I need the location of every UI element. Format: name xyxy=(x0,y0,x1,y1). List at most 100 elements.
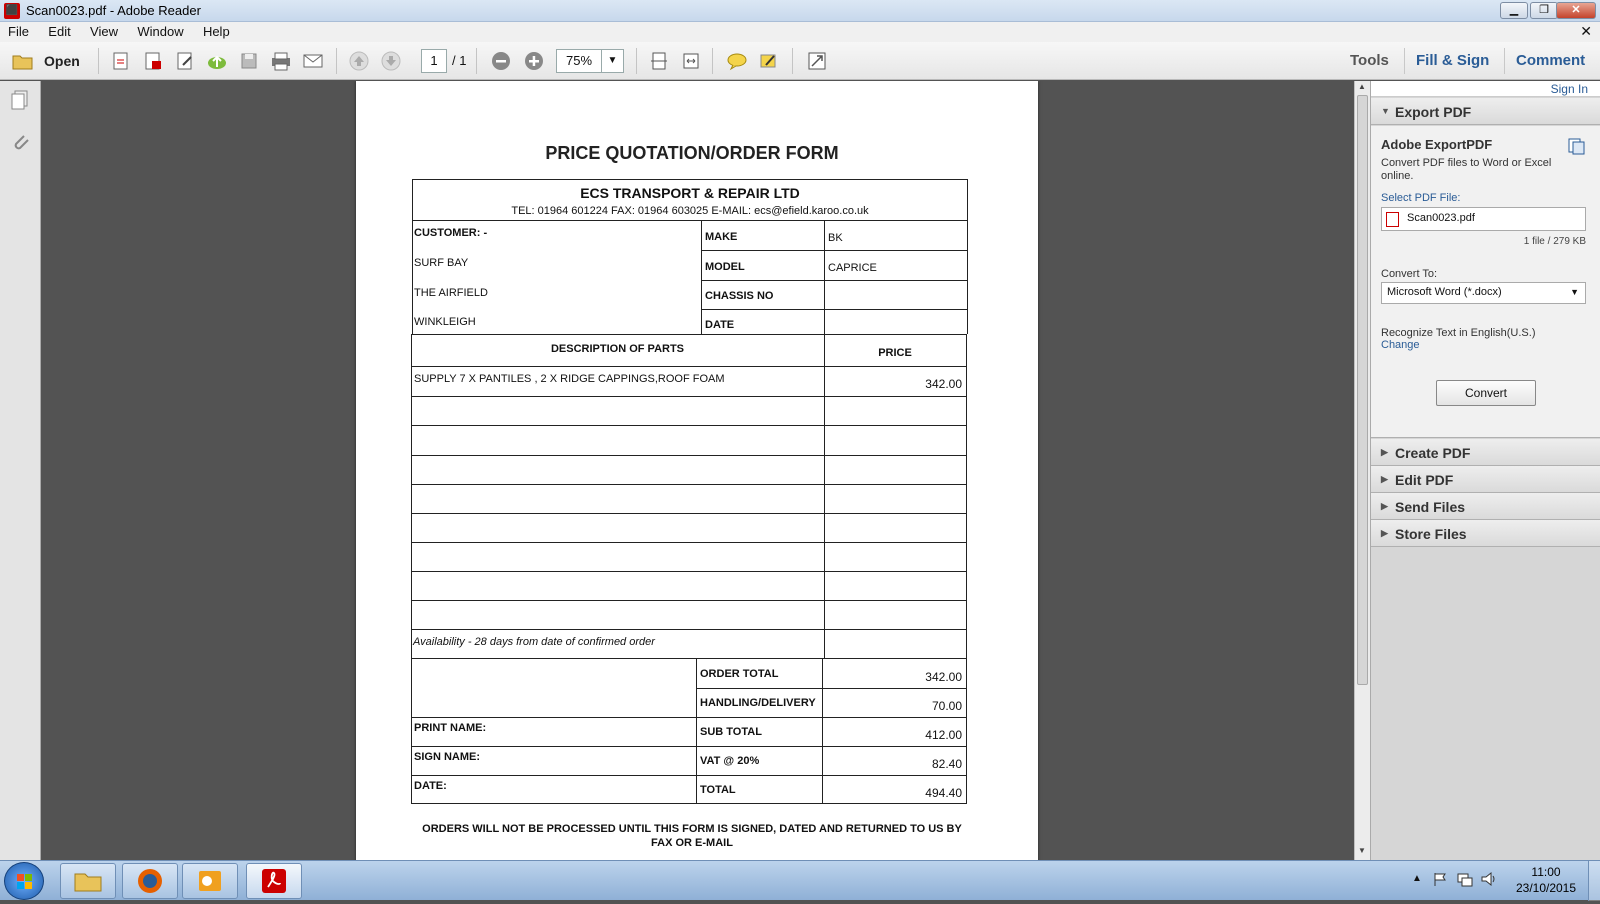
collapsed-triangle-icon: ▶ xyxy=(1381,474,1388,484)
show-desktop-button[interactable] xyxy=(1588,861,1600,901)
tab-tools[interactable]: Tools xyxy=(1350,52,1389,69)
collapsed-triangle-icon: ▶ xyxy=(1381,447,1388,457)
table-row-line xyxy=(411,513,967,514)
convert-to-select[interactable]: Microsoft Word (*.docx) ▼ xyxy=(1381,282,1586,304)
recognize-text-label: Recognize Text in English(U.S.) xyxy=(1381,327,1536,339)
outlook-icon xyxy=(199,871,221,891)
menu-file[interactable]: File xyxy=(0,22,37,39)
zoom-in-icon[interactable] xyxy=(521,48,547,74)
title-bar: ⬛ Scan0023.pdf - Adobe Reader ▁ ❐ ✕ xyxy=(0,0,1600,22)
network-icon[interactable] xyxy=(1456,871,1474,890)
section-title: Send Files xyxy=(1395,499,1466,515)
table-border xyxy=(966,659,967,804)
fit-page-icon[interactable] xyxy=(646,48,672,74)
menu-help[interactable]: Help xyxy=(195,22,238,39)
scroll-up-arrow-icon[interactable]: ▲ xyxy=(1358,82,1366,91)
scrollbar-thumb[interactable] xyxy=(1357,95,1368,685)
outlook-taskbar-button[interactable] xyxy=(182,863,238,899)
table-row-line xyxy=(411,658,967,659)
taskbar: ▲ 11:00 23/10/2015 xyxy=(0,860,1600,901)
zoom-dropdown-arrow-icon[interactable]: ▼ xyxy=(602,49,624,73)
select-file-label: Select PDF File: xyxy=(1381,192,1461,204)
edit-pdf-header[interactable]: ▶ Edit PDF xyxy=(1371,466,1600,493)
edit-pdf-icon[interactable] xyxy=(172,48,198,74)
sticky-note-icon[interactable] xyxy=(724,48,750,74)
vertical-scrollbar[interactable]: ▲ ▼ xyxy=(1354,81,1370,860)
total-label: TOTAL xyxy=(700,784,736,796)
clock-time[interactable]: 11:00 xyxy=(1510,865,1582,879)
customer-label: CUSTOMER: - xyxy=(414,227,488,239)
export-info-icon[interactable] xyxy=(1567,137,1585,158)
fit-width-icon[interactable] xyxy=(678,48,704,74)
form-border xyxy=(412,220,968,221)
close-button[interactable]: ✕ xyxy=(1556,2,1596,19)
document-view[interactable]: PRICE QUOTATION/ORDER FORM ECS TRANSPORT… xyxy=(41,81,1354,860)
show-hidden-icons-icon[interactable]: ▲ xyxy=(1412,873,1422,884)
open-button[interactable]: Open xyxy=(44,53,80,69)
page-number-input[interactable]: 1 xyxy=(421,49,447,73)
total-value: 70.00 xyxy=(931,699,962,713)
selected-file-field[interactable]: Scan0023.pdf xyxy=(1381,207,1586,231)
document-close-button[interactable]: ✕ xyxy=(1580,23,1592,40)
explorer-taskbar-button[interactable] xyxy=(60,863,116,899)
table-row-line xyxy=(411,542,967,543)
tab-comment[interactable]: Comment xyxy=(1516,52,1585,69)
start-button[interactable] xyxy=(4,862,44,900)
next-page-icon[interactable] xyxy=(378,48,404,74)
open-folder-icon[interactable] xyxy=(10,48,36,74)
scroll-down-arrow-icon[interactable]: ▼ xyxy=(1358,846,1366,855)
print-icon[interactable] xyxy=(268,48,294,74)
total-label: ORDER TOTAL xyxy=(700,668,779,680)
create-pdf-header[interactable]: ▶ Create PDF xyxy=(1371,439,1600,466)
grid-line xyxy=(701,250,967,251)
save-icon[interactable] xyxy=(236,48,262,74)
export-pdf-body: Adobe ExportPDF Convert PDF files to Wor… xyxy=(1371,126,1600,438)
toolbar-divider xyxy=(712,48,713,74)
page-thumbnails-icon[interactable] xyxy=(9,89,31,114)
email-icon[interactable] xyxy=(300,48,326,74)
store-files-header[interactable]: ▶ Store Files xyxy=(1371,520,1600,547)
zoom-level-input[interactable]: 75% xyxy=(556,49,602,73)
attachments-icon[interactable] xyxy=(9,131,31,156)
clock-date[interactable]: 23/10/2015 xyxy=(1510,881,1582,895)
customer-line: WINKLEIGH xyxy=(414,316,476,328)
page-total: / 1 xyxy=(452,53,467,68)
menu-view[interactable]: View xyxy=(82,22,126,39)
menu-window[interactable]: Window xyxy=(129,22,191,39)
grid-line xyxy=(701,221,702,334)
send-files-header[interactable]: ▶ Send Files xyxy=(1371,493,1600,520)
minimize-button[interactable]: ▁ xyxy=(1500,2,1528,19)
form-border xyxy=(412,179,968,180)
export-pdf-header[interactable]: ▼ Export PDF xyxy=(1371,98,1600,125)
full-screen-icon[interactable] xyxy=(804,48,830,74)
convert-button[interactable]: Convert xyxy=(1436,380,1536,406)
sign-field-label: DATE: xyxy=(414,780,447,792)
sign-in-link[interactable]: Sign In xyxy=(1551,82,1588,96)
total-value: 82.40 xyxy=(931,757,962,771)
section-title: Store Files xyxy=(1395,526,1467,542)
tab-fill-sign[interactable]: Fill & Sign xyxy=(1416,52,1489,69)
line-item-price: 342.00 xyxy=(925,377,962,391)
upload-cloud-icon[interactable] xyxy=(204,48,230,74)
change-language-link[interactable]: Change xyxy=(1381,339,1420,351)
adobe-reader-taskbar-button[interactable] xyxy=(246,863,302,899)
table-border xyxy=(411,334,967,335)
footer-note-2: FAX OR E-MAIL xyxy=(651,837,733,849)
maximize-button[interactable]: ❐ xyxy=(1530,2,1558,19)
section-title: Create PDF xyxy=(1395,445,1471,461)
total-value: 342.00 xyxy=(925,670,962,684)
firefox-taskbar-button[interactable] xyxy=(122,863,178,899)
export-pdf-icon[interactable] xyxy=(140,48,166,74)
selected-file-name: Scan0023.pdf xyxy=(1407,212,1475,224)
previous-page-icon[interactable] xyxy=(346,48,372,74)
action-center-flag-icon[interactable] xyxy=(1432,871,1448,890)
create-pdf-icon[interactable] xyxy=(108,48,134,74)
menu-edit[interactable]: Edit xyxy=(40,22,78,39)
volume-icon[interactable] xyxy=(1480,871,1498,890)
zoom-out-icon[interactable] xyxy=(488,48,514,74)
adobe-reader-icon: ⬛ xyxy=(4,3,20,19)
highlight-icon[interactable] xyxy=(756,48,782,74)
table-border xyxy=(411,659,412,804)
sign-field-label: SIGN NAME: xyxy=(414,751,480,763)
section-title: Edit PDF xyxy=(1395,472,1454,488)
